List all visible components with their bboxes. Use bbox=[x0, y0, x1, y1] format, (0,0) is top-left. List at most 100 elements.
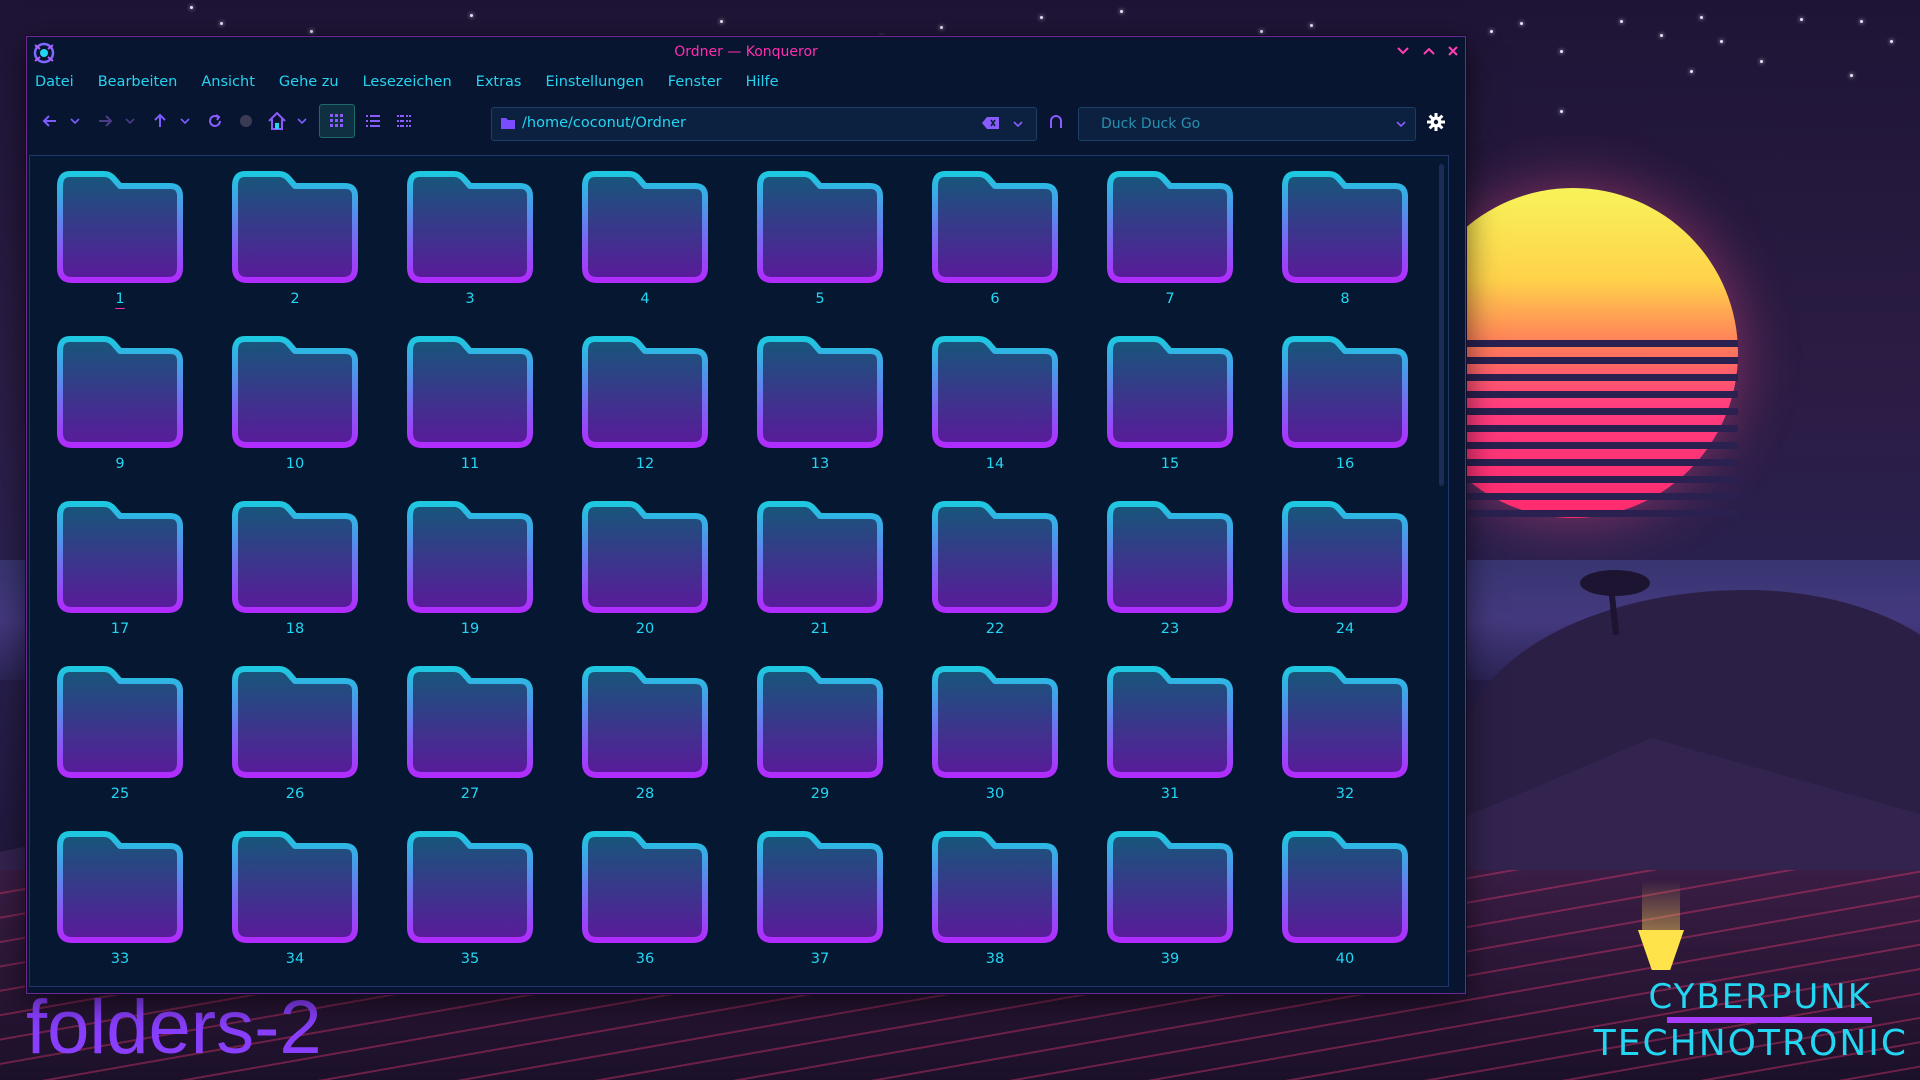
folder-item[interactable]: 32 bbox=[1277, 663, 1448, 828]
menu-bearbeiten[interactable]: Bearbeiten bbox=[98, 74, 178, 90]
up-button[interactable] bbox=[147, 108, 173, 134]
location-input[interactable]: /home/coconut/Ordner bbox=[522, 115, 686, 131]
folder-item[interactable]: 36 bbox=[577, 828, 752, 986]
folder-item[interactable]: 30 bbox=[927, 663, 1102, 828]
folder-item[interactable]: 21 bbox=[752, 498, 927, 663]
chevron-down-icon[interactable] bbox=[1012, 118, 1024, 130]
folder-item[interactable]: 5 bbox=[752, 168, 927, 333]
folder-icon bbox=[582, 831, 708, 943]
menu-fenster[interactable]: Fenster bbox=[668, 74, 722, 90]
folder-item[interactable]: 9 bbox=[52, 333, 227, 498]
back-button[interactable] bbox=[37, 108, 63, 134]
menu-hilfe[interactable]: Hilfe bbox=[746, 74, 779, 90]
folder-item[interactable]: 25 bbox=[52, 663, 227, 828]
menu-ansicht[interactable]: Ansicht bbox=[201, 74, 255, 90]
menu-gehe-zu[interactable]: Gehe zu bbox=[279, 74, 339, 90]
folder-icon bbox=[232, 666, 358, 778]
search-engine-label[interactable]: Duck Duck Go bbox=[1101, 116, 1200, 132]
title-bar[interactable]: Ordner — Konqueror bbox=[27, 37, 1465, 69]
folder-item[interactable]: 31 bbox=[1102, 663, 1277, 828]
folder-item[interactable]: 15 bbox=[1102, 333, 1277, 498]
folder-item[interactable]: 35 bbox=[402, 828, 577, 986]
folder-item[interactable]: 28 bbox=[577, 663, 752, 828]
folder-item[interactable]: 16 bbox=[1277, 333, 1448, 498]
folder-item[interactable]: 27 bbox=[402, 663, 577, 828]
maximize-button[interactable] bbox=[1419, 43, 1439, 63]
star-icon bbox=[1800, 18, 1803, 21]
web-search-bar[interactable]: Duck Duck Go bbox=[1078, 107, 1416, 141]
folder-label: 11 bbox=[460, 456, 480, 472]
folder-item[interactable]: 8 bbox=[1277, 168, 1448, 333]
location-bar[interactable]: /home/coconut/Ordner bbox=[491, 107, 1037, 141]
details-view-icon bbox=[366, 115, 380, 127]
folder-label: 39 bbox=[1160, 951, 1180, 967]
reload-button[interactable] bbox=[202, 108, 228, 134]
folder-item[interactable]: 17 bbox=[52, 498, 227, 663]
clear-text-icon[interactable] bbox=[982, 116, 1000, 130]
folder-item[interactable]: 11 bbox=[402, 333, 577, 498]
folder-item[interactable]: 23 bbox=[1102, 498, 1277, 663]
compact-view-button[interactable] bbox=[391, 108, 417, 134]
menu-einstellungen[interactable]: Einstellungen bbox=[546, 74, 644, 90]
icon-view-button[interactable] bbox=[319, 104, 355, 138]
folder-item[interactable]: 33 bbox=[52, 828, 227, 986]
close-button[interactable] bbox=[1443, 43, 1463, 63]
folder-label: 15 bbox=[1160, 456, 1180, 472]
folder-item[interactable]: 2 bbox=[227, 168, 402, 333]
folder-item[interactable]: 37 bbox=[752, 828, 927, 986]
folder-item[interactable]: 29 bbox=[752, 663, 927, 828]
folder-item[interactable]: 19 bbox=[402, 498, 577, 663]
stop-button[interactable] bbox=[233, 108, 259, 134]
file-view[interactable]: 1 2 3 4 5 6 7 8 9 10 11 12 13 14 15 16 17 18 19 20 21 22 23 24 2… bbox=[29, 155, 1449, 987]
folder-label: 6 bbox=[990, 291, 1000, 307]
folder-item[interactable]: 40 bbox=[1277, 828, 1448, 986]
folder-item[interactable]: 39 bbox=[1102, 828, 1277, 986]
folder-item[interactable]: 12 bbox=[577, 333, 752, 498]
folder-item[interactable]: 24 bbox=[1277, 498, 1448, 663]
folder-label: 29 bbox=[810, 786, 830, 802]
wallpaper-brand: CYBERPUNK TECHNOTRONIC bbox=[1593, 977, 1908, 1065]
back-history-button[interactable] bbox=[68, 108, 82, 134]
folder-item[interactable]: 22 bbox=[927, 498, 1102, 663]
star-icon bbox=[1260, 30, 1263, 33]
brand-line-1: CYBERPUNK bbox=[1648, 977, 1872, 1017]
folder-icon bbox=[57, 501, 183, 613]
star-icon bbox=[1760, 60, 1763, 63]
home-menu-button[interactable] bbox=[295, 108, 309, 134]
folder-icon bbox=[1282, 831, 1408, 943]
chevron-down-icon bbox=[180, 118, 190, 125]
folder-item[interactable]: 34 bbox=[227, 828, 402, 986]
folder-icon bbox=[232, 336, 358, 448]
star-icon bbox=[940, 26, 943, 29]
folder-icon bbox=[1282, 171, 1408, 283]
folder-item[interactable]: 26 bbox=[227, 663, 402, 828]
chevron-down-icon bbox=[297, 118, 307, 125]
folder-item[interactable]: 13 bbox=[752, 333, 927, 498]
folder-item[interactable]: 6 bbox=[927, 168, 1102, 333]
folder-item[interactable]: 3 bbox=[402, 168, 577, 333]
folder-label: 22 bbox=[985, 621, 1005, 637]
folder-item[interactable]: 10 bbox=[227, 333, 402, 498]
folder-item[interactable]: 1 bbox=[52, 168, 227, 333]
wallpaper-caption: folders-2 bbox=[26, 985, 322, 1070]
forward-button[interactable] bbox=[92, 108, 118, 134]
forward-history-button[interactable] bbox=[123, 108, 137, 134]
folder-item[interactable]: 38 bbox=[927, 828, 1102, 986]
folder-item[interactable]: 4 bbox=[577, 168, 752, 333]
folder-item[interactable]: 18 bbox=[227, 498, 402, 663]
settings-button[interactable] bbox=[1423, 109, 1449, 135]
home-button[interactable] bbox=[264, 108, 290, 134]
brand-line-2: TECHNOTRONIC bbox=[1593, 1023, 1908, 1065]
details-view-button[interactable] bbox=[360, 108, 386, 134]
folder-item[interactable]: 7 bbox=[1102, 168, 1277, 333]
minimize-button[interactable] bbox=[1393, 43, 1413, 63]
up-history-button[interactable] bbox=[178, 108, 192, 134]
folder-item[interactable]: 14 bbox=[927, 333, 1102, 498]
vertical-scrollbar[interactable] bbox=[1439, 164, 1444, 486]
folder-item[interactable]: 20 bbox=[577, 498, 752, 663]
menu-datei[interactable]: Datei bbox=[35, 74, 74, 90]
go-button[interactable] bbox=[1043, 109, 1069, 135]
chevron-down-icon[interactable] bbox=[1395, 118, 1407, 130]
menu-extras[interactable]: Extras bbox=[476, 74, 522, 90]
menu-lesezeichen[interactable]: Lesezeichen bbox=[363, 74, 452, 90]
